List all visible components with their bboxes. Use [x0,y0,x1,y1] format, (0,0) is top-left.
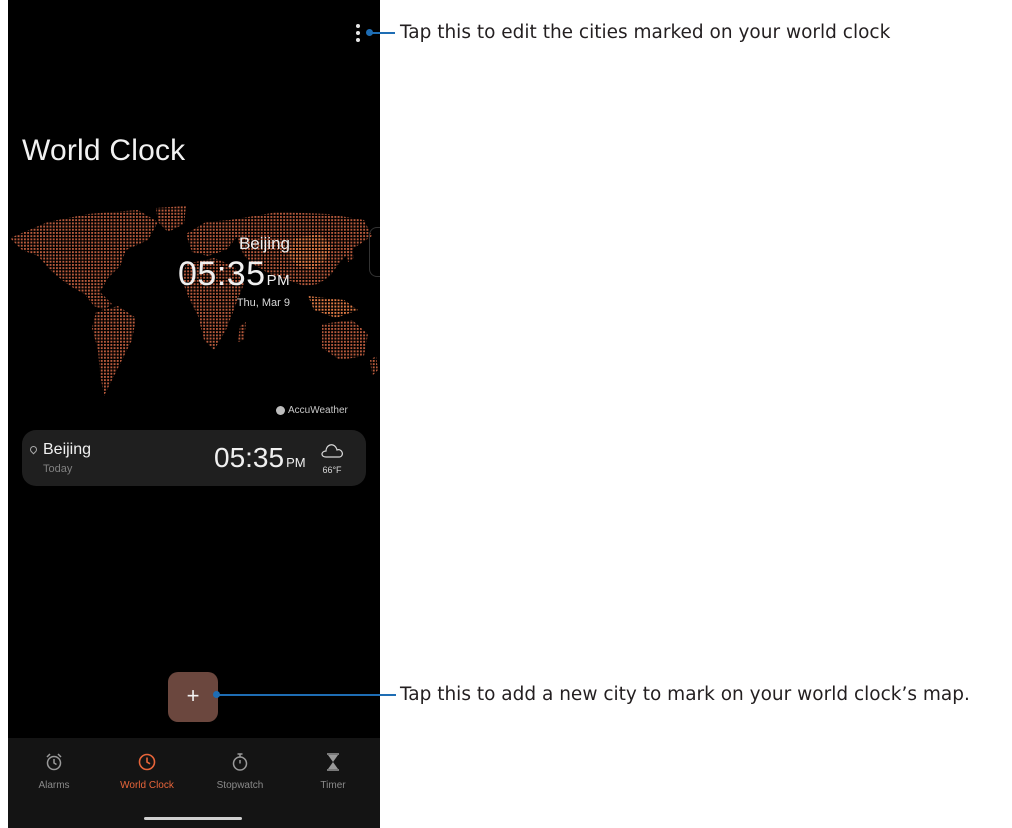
nav-item-timer[interactable]: Timer [287,752,379,791]
more-vertical-icon-dot [356,38,360,42]
page-title: World Clock [22,134,186,167]
map-greenland [156,206,186,232]
hourglass-icon [327,753,339,771]
accuweather-credit: AccuWeather [276,405,348,416]
add-city-button[interactable]: + [168,672,218,722]
annotation-add-text: Tap this to add a new city to mark on yo… [400,684,970,705]
annotation-line-add [218,694,396,696]
map-time-ampm: PM [266,272,291,289]
city-card-day: Today [43,463,73,475]
map-time: 05:35PM [178,255,290,294]
nav-label-alarms: Alarms [38,780,70,791]
nav-label-world-clock: World Clock [120,780,174,791]
annotation-line-menu [371,32,395,34]
map-city-name: Beijing [238,234,290,253]
map-north-america [10,210,158,296]
map-indonesia [308,296,358,318]
annotation-menu-text: Tap this to edit the cities marked on yo… [400,22,891,43]
map-new-zealand [370,356,378,376]
nav-item-world-clock[interactable]: World Clock [101,752,193,791]
accuweather-logo-icon [276,406,285,415]
bottom-navigation: Alarms World Clock Stopwatch Timer [8,738,380,828]
city-card-temperature: 66°F [322,465,342,475]
home-indicator[interactable] [144,817,242,820]
city-card-time-value: 05:35 [214,442,285,473]
alarm-clock-icon [46,753,62,771]
nav-item-stopwatch[interactable]: Stopwatch [194,752,286,791]
city-card-name: Beijing [43,441,92,458]
map-date: Thu, Mar 9 [236,297,290,309]
clock-icon [138,753,156,771]
stopwatch-icon [232,753,248,771]
nav-label-timer: Timer [320,780,346,791]
more-vertical-icon [356,24,360,28]
city-card-ampm: PM [286,455,306,470]
side-panel-handle[interactable] [369,227,380,277]
nav-label-stopwatch: Stopwatch [216,780,264,791]
world-map[interactable] [8,200,380,410]
map-time-value: 05:35 [178,255,266,293]
map-australia [322,320,368,360]
nav-item-alarms[interactable]: Alarms [8,752,100,791]
city-card-beijing[interactable]: Beijing Today 05:35 PM 66°F [22,430,366,486]
map-madagascar [238,322,246,342]
more-options-button[interactable] [351,20,365,46]
city-card-time: 05:35 PM [214,442,306,474]
cloud-icon [321,444,343,458]
phone-screen: World Clock Beijing 05:35PM Thu, Mar 9 A… [8,0,380,828]
location-pin-icon [28,444,39,455]
accuweather-label: AccuWeather [288,405,348,416]
map-south-america [92,306,136,396]
more-vertical-icon-dot [356,31,360,35]
